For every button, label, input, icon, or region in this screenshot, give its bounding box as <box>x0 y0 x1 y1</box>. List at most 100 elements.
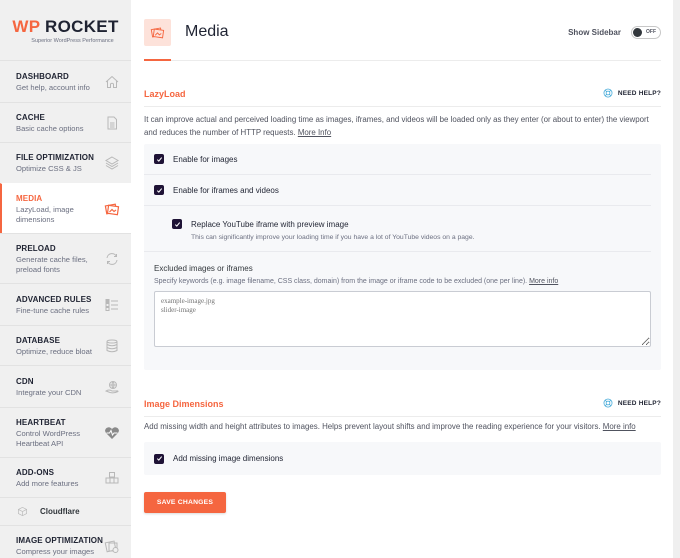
main-content: Media Show Sidebar OFF LazyLoad NEED HEL… <box>131 0 673 558</box>
file-icon <box>103 114 121 132</box>
logo-rocket: ROCKET <box>40 17 119 36</box>
sidebar-item-desc: Add more features <box>16 478 79 488</box>
lazyload-more-info-link[interactable]: More Info <box>298 128 331 137</box>
add-missing-dimensions-label: Add missing image dimensions <box>173 454 284 463</box>
need-help-label: NEED HELP? <box>617 89 661 97</box>
checklist-icon <box>103 296 121 314</box>
sidebar-item-add-ons[interactable]: ADD-ONS Add more features <box>0 457 131 497</box>
option-enable-iframes: Enable for iframes and videos <box>144 175 651 206</box>
sidebar-item-preload[interactable]: PRELOAD Generate cache files, preload fon… <box>0 233 131 283</box>
sidebar-item-desc: Get help, account info <box>16 82 90 92</box>
add-missing-dimensions-checkbox[interactable] <box>154 453 164 464</box>
sidebar-item-cache[interactable]: CACHE Basic cache options <box>0 102 131 142</box>
sidebar-item-title: MEDIA <box>16 193 43 203</box>
image-dimensions-title: Image Dimensions <box>144 399 224 409</box>
refresh-icon <box>103 250 121 268</box>
image-dimensions-more-info-link[interactable]: More info <box>603 422 636 431</box>
enable-images-checkbox[interactable] <box>154 154 164 164</box>
image-dimensions-section-header: Image Dimensions NEED HELP? <box>144 397 661 417</box>
sidebar-item-title: FILE OPTIMIZATION <box>16 153 94 162</box>
sidebar-item-desc: Compress your images <box>16 546 95 556</box>
sidebar-item-desc: Fine-tune cache rules <box>16 305 90 315</box>
lazyload-title: LazyLoad <box>144 89 186 99</box>
sidebar-item-dashboard[interactable]: DASHBOARD Get help, account info <box>0 60 131 102</box>
sidebar-item-cloudflare[interactable]: Cloudflare <box>0 497 131 525</box>
enable-iframes-label: Enable for iframes and videos <box>173 185 279 195</box>
youtube-preview-checkbox[interactable] <box>172 219 182 229</box>
excluded-description-text: Specify keywords (e.g. image filename, C… <box>154 278 530 285</box>
boxes-icon <box>103 469 121 487</box>
lazyload-description-text: It can improve actual and perceived load… <box>144 115 649 137</box>
sidebar-item-database[interactable]: DATABASE Optimize, reduce bloat <box>0 325 131 365</box>
database-icon <box>103 337 121 355</box>
header-divider-accent <box>144 59 171 61</box>
images-icon <box>103 200 121 218</box>
sidebar-item-desc: Basic cache options <box>16 123 84 133</box>
sidebar-item-media[interactable]: MEDIA LazyLoad, image dimensions <box>0 183 131 233</box>
sidebar-item-title: CDN <box>16 376 34 386</box>
lazyload-options-panel: Enable for images Enable for iframes and… <box>144 144 661 370</box>
excluded-more-info-link[interactable]: More info <box>529 278 558 285</box>
save-changes-button[interactable]: SAVE CHANGES <box>144 492 226 513</box>
checkmark-icon <box>156 156 162 162</box>
cloudflare-label: Cloudflare <box>40 507 80 516</box>
app: WP ROCKET Superior WordPress Performance… <box>0 0 680 558</box>
show-sidebar-label: Show Sidebar <box>568 28 621 37</box>
toggle-knob <box>633 28 642 37</box>
sidebar-item-cdn[interactable]: CDN Integrate your CDN <box>0 365 131 407</box>
sidebar-item-desc: Control WordPress Heartbeat API <box>16 428 81 448</box>
toggle-state: OFF <box>646 29 656 35</box>
sidebar-item-title: DASHBOARD <box>16 71 69 81</box>
excluded-images-textarea[interactable] <box>154 291 651 347</box>
option-add-missing-dimensions: Add missing image dimensions <box>144 442 651 475</box>
sidebar-item-desc: Optimize CSS & JS <box>16 164 82 173</box>
sidebar-item-desc: Integrate your CDN <box>16 387 82 397</box>
cube-icon <box>17 506 28 517</box>
wp-rocket-logo[interactable]: WP ROCKET Superior WordPress Performance <box>0 0 131 60</box>
image-compress-icon <box>103 537 121 555</box>
image-dimensions-need-help-link[interactable]: NEED HELP? <box>603 398 661 408</box>
sidebar-item-advanced-rules[interactable]: ADVANCED RULES Fine-tune cache rules <box>0 283 131 325</box>
youtube-preview-desc: This can significantly improve your load… <box>191 234 475 241</box>
sidebar-item-desc: Optimize, reduce bloat <box>16 346 92 356</box>
checkmark-icon <box>174 221 180 227</box>
show-sidebar-toggle[interactable]: OFF <box>631 26 661 39</box>
sidebar-item-image-optimization[interactable]: IMAGE OPTIMIZATION Compress your images <box>0 525 131 558</box>
sidebar: WP ROCKET Superior WordPress Performance… <box>0 0 131 558</box>
sidebar-item-title: IMAGE OPTIMIZATION <box>16 535 103 545</box>
layers-icon <box>103 154 121 172</box>
sidebar-item-desc: LazyLoad, image dimensions <box>16 204 74 224</box>
image-dimensions-panel: Add missing image dimensions <box>144 442 661 475</box>
sidebar-item-file-optimization[interactable]: FILE OPTIMIZATION Optimize CSS & JS <box>0 142 131 183</box>
checkmark-icon <box>156 187 162 193</box>
page-header: Media Show Sidebar OFF <box>144 19 661 63</box>
logo-tagline: Superior WordPress Performance <box>31 38 114 44</box>
lazyload-description: It can improve actual and perceived load… <box>144 114 661 139</box>
header-divider <box>144 60 661 61</box>
show-sidebar-control: Show Sidebar OFF <box>568 26 661 39</box>
option-youtube-preview: Replace YouTube iframe with preview imag… <box>144 206 651 252</box>
image-dimensions-description: Add missing width and height attributes … <box>144 421 661 434</box>
excluded-description: Specify keywords (e.g. image filename, C… <box>154 278 651 285</box>
globe-hand-icon <box>103 378 121 396</box>
option-enable-images: Enable for images <box>144 144 651 175</box>
excluded-title: Excluded images or iframes <box>154 264 253 273</box>
enable-iframes-checkbox[interactable] <box>154 185 164 195</box>
lazyload-need-help-link[interactable]: NEED HELP? <box>603 88 661 98</box>
lifebuoy-icon <box>603 398 613 408</box>
logo-wp: WP <box>12 17 41 36</box>
youtube-preview-label: Replace YouTube iframe with preview imag… <box>191 219 349 229</box>
image-dimensions-description-text: Add missing width and height attributes … <box>144 422 603 431</box>
checkmark-icon <box>156 456 162 461</box>
page-title: Media <box>185 23 229 40</box>
lifebuoy-icon <box>603 88 613 98</box>
heartbeat-icon <box>103 424 121 442</box>
sidebar-item-heartbeat[interactable]: HEARTBEAT Control WordPress Heartbeat API <box>0 407 131 457</box>
home-icon <box>103 73 121 91</box>
sidebar-item-desc: Generate cache files, preload fonts <box>16 254 88 274</box>
sidebar-item-title: CACHE <box>16 112 45 122</box>
media-header-icon <box>144 19 171 46</box>
sidebar-item-title: ADVANCED RULES <box>16 294 92 304</box>
sidebar-item-title: ADD-ONS <box>16 467 55 477</box>
enable-images-label: Enable for images <box>173 154 238 164</box>
